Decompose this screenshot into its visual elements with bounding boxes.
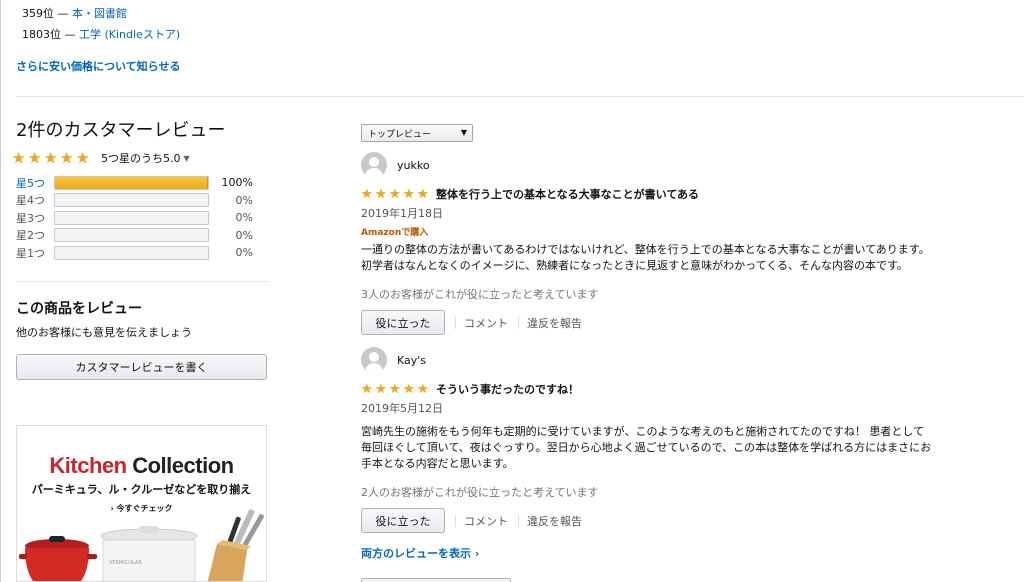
report-abuse-link[interactable]: 違反を報告 xyxy=(527,315,582,331)
avatar-icon xyxy=(361,152,387,178)
comment-link[interactable]: コメント xyxy=(464,315,508,331)
chevron-down-icon: ▼ xyxy=(183,153,190,163)
review-title[interactable]: そういう事だったのですね！ xyxy=(436,381,579,397)
review-body: 一通りの整体の方法が書いてあるわけではないけれど、整体を行う上での基本となる大事… xyxy=(361,243,930,272)
reviews-heading: 2件のカスタマーレビュー xyxy=(16,120,226,141)
helpful-button[interactable]: 役に立った xyxy=(361,310,445,335)
comment-link[interactable]: コメント xyxy=(464,513,508,529)
review-item: Kay's ★ ★ ★ ★ ★ そういう事だったのですね！ 2019年5月12日 宮崎先… xyxy=(361,347,961,533)
price-alert-link[interactable]: さらに安い価格について知らせる xyxy=(16,58,180,74)
histogram-row[interactable]: 星4つ 0% xyxy=(16,192,268,210)
write-review-heading: この商品をレビュー xyxy=(16,301,142,317)
left-divider xyxy=(16,281,268,282)
histogram-percent: 0% xyxy=(235,246,253,260)
rating-text: 5つ星のうち5.0 xyxy=(101,152,181,165)
reviewer-profile[interactable]: yukko xyxy=(361,152,961,178)
histogram-bar[interactable] xyxy=(54,210,209,225)
review-item: yukko ★ ★ ★ ★ ★ 整体を行う上での基本となる大事なことが書いてある 201… xyxy=(361,152,961,335)
write-review-button[interactable]: カスタマーレビューを書く xyxy=(16,354,267,380)
review-date: 2019年5月12日 xyxy=(361,402,443,415)
rank-line-1: 359位 — 本・図書館 xyxy=(22,5,127,21)
section-divider xyxy=(16,96,1024,97)
histogram-percent: 100% xyxy=(221,176,253,190)
histogram-row[interactable]: 星3つ 0% xyxy=(16,209,268,227)
helpful-count: 3人のお客様がこれが役に立ったと考えています xyxy=(361,288,599,301)
star-rating-icon: ★ ★ ★ ★ ★ xyxy=(361,186,429,202)
bottom-button[interactable] xyxy=(361,578,511,582)
left-border xyxy=(0,0,1,582)
white-pot-image: VERMICULAR xyxy=(100,526,198,581)
chevron-down-icon: ▼ xyxy=(460,128,467,137)
histogram-star-label[interactable]: 星4つ xyxy=(16,192,54,208)
histogram-percent: 0% xyxy=(235,228,253,242)
histogram-bar[interactable] xyxy=(54,228,209,243)
knife-block-image xyxy=(207,509,264,581)
histogram-bar[interactable] xyxy=(54,193,209,208)
review-body: 宮崎先生の施術をもう何年も定期的に受けていますが、このような考えのもと施術されて… xyxy=(361,425,932,470)
rank-category-link[interactable]: 本・図書館 xyxy=(72,7,127,20)
helpful-count: 2人のお客様がこれが役に立ったと考えています xyxy=(361,486,599,499)
histogram-percent: 0% xyxy=(235,193,253,207)
reviews-column: トップレビュー ▼ xyxy=(361,124,961,142)
see-all-reviews-link[interactable]: 両方のレビューを表示 › xyxy=(361,545,479,561)
reviewer-profile[interactable]: Kay's xyxy=(361,347,961,373)
histogram-percent: 0% xyxy=(235,211,253,225)
avatar-icon xyxy=(361,347,387,373)
histogram-bar[interactable] xyxy=(54,245,209,260)
rank-line-2: 1803位 — 工学 (Kindleストア) xyxy=(22,26,180,42)
histogram-star-label[interactable]: 星2つ xyxy=(16,227,54,243)
write-review-subtext: 他のお客様にも意見を伝えましょう xyxy=(16,326,192,339)
histogram-bar[interactable] xyxy=(54,175,209,190)
rank-number: 359位 — xyxy=(22,7,72,20)
sort-dropdown[interactable]: トップレビュー ▼ xyxy=(361,124,473,142)
review-title[interactable]: 整体を行う上での基本となる大事なことが書いてある xyxy=(436,186,699,202)
star-rating-icon: ★ ★ ★ ★ ★ xyxy=(361,381,429,397)
write-review-section: この商品をレビュー 他のお客様にも意見を伝えましょう カスタマーレビューを書く xyxy=(16,298,268,380)
reviewer-name: yukko xyxy=(397,158,430,172)
star-rating-icon: ★ ★ ★ ★ ★ xyxy=(12,148,90,167)
histogram-star-label[interactable]: 星5つ xyxy=(16,175,54,191)
sort-selected-value: トップレビュー xyxy=(368,129,432,140)
rank-number: 1803位 — xyxy=(22,28,79,41)
rating-histogram: 星5つ 100% 星4つ 0% 星3つ 0% 星2つ 0% 星1つ 0% xyxy=(16,174,268,262)
review-date: 2019年1月18日 xyxy=(361,207,443,220)
histogram-row[interactable]: 星1つ 0% xyxy=(16,244,268,262)
histogram-bar-fill xyxy=(55,176,208,189)
histogram-star-label[interactable]: 星3つ xyxy=(16,210,54,226)
ad-title: Kitchen Collection xyxy=(49,453,234,478)
pot-brand-label: VERMICULAR xyxy=(109,560,142,566)
rank-category-link[interactable]: 工学 (Kindleストア) xyxy=(79,28,180,41)
red-pot-image xyxy=(19,536,97,581)
histogram-row[interactable]: 星5つ 100% xyxy=(16,174,268,192)
overall-rating[interactable]: ★ ★ ★ ★ ★ 5つ星のうち5.0 ▼ xyxy=(12,150,268,166)
histogram-row[interactable]: 星2つ 0% xyxy=(16,227,268,245)
verified-purchase-badge: Amazonで購入 xyxy=(361,228,429,238)
report-abuse-link[interactable]: 違反を報告 xyxy=(527,513,582,529)
kitchen-collection-ad[interactable]: Kitchen Collection パーミキュラ、ル・クルーゼなどを取り揃え … xyxy=(16,425,267,582)
helpful-button[interactable]: 役に立った xyxy=(361,508,445,533)
histogram-star-label[interactable]: 星1つ xyxy=(16,245,54,261)
review-summary: 2件のカスタマーレビュー ★ ★ ★ ★ ★ 5つ星のうち5.0 ▼ 星5つ 100% 星4… xyxy=(12,110,268,262)
ad-subtitle: パーミキュラ、ル・クルーゼなどを取り揃え xyxy=(31,483,252,496)
reviewer-name: Kay's xyxy=(397,353,427,367)
